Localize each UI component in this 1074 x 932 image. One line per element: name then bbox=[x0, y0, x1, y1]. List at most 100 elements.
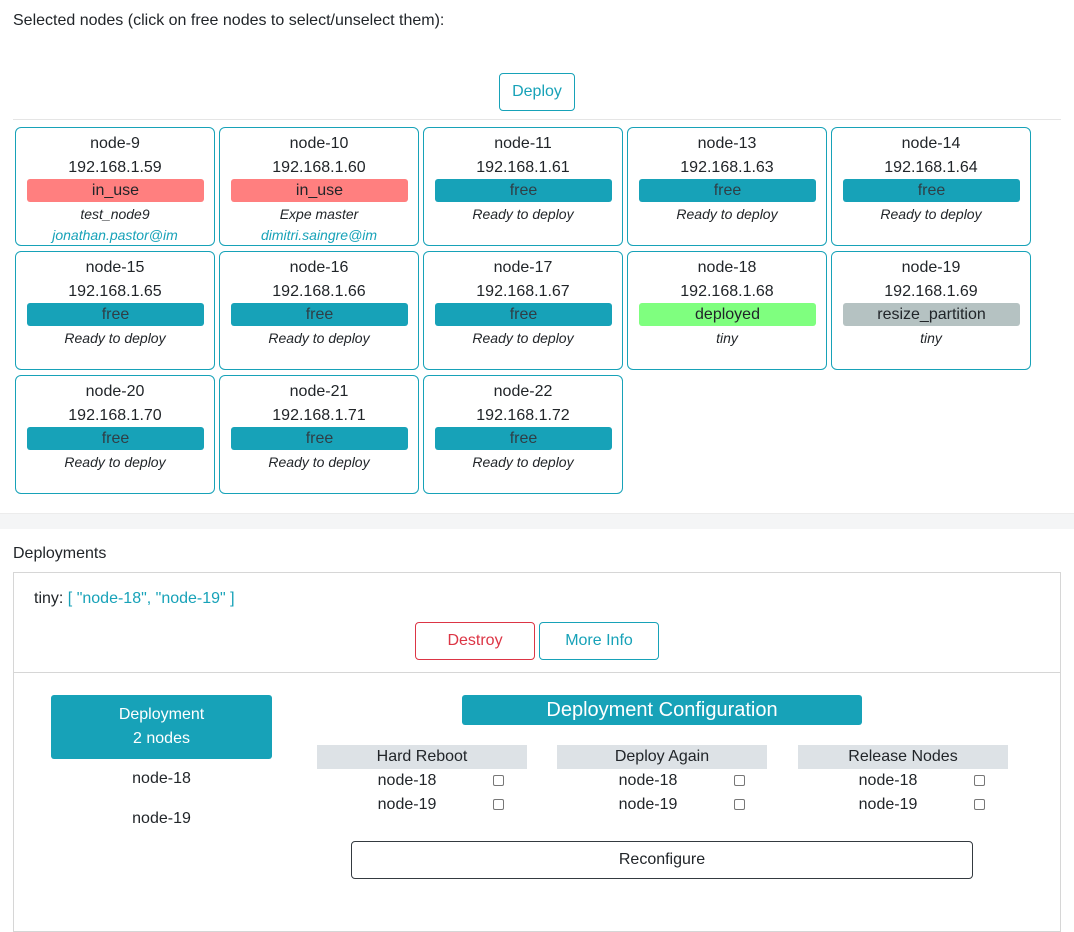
node-card[interactable]: node-10 192.168.1.60 in_use Expe master dimi… bbox=[219, 127, 419, 246]
node-status-badge: in_use bbox=[231, 179, 408, 202]
node-name: node-10 bbox=[289, 135, 349, 152]
release-nodes-node-label: node-19 bbox=[858, 796, 918, 813]
deploy-again-checkbox[interactable] bbox=[734, 775, 745, 786]
node-name: node-19 bbox=[901, 259, 961, 276]
node-description: Ready to deploy bbox=[268, 330, 370, 346]
section-separator bbox=[0, 513, 1074, 529]
node-status-badge: resize_partition bbox=[843, 303, 1020, 326]
node-name: node-17 bbox=[493, 259, 553, 276]
node-description: Expe master bbox=[279, 206, 359, 222]
node-ip: 192.168.1.64 bbox=[884, 159, 978, 176]
node-status-badge: deployed bbox=[639, 303, 816, 326]
hard-reboot-checkbox[interactable] bbox=[493, 775, 504, 786]
node-card[interactable]: node-17 192.168.1.67 free Ready to deploy bbox=[423, 251, 623, 370]
deploy-button[interactable]: Deploy bbox=[499, 73, 575, 111]
reconfigure-button[interactable]: Reconfigure bbox=[351, 841, 973, 879]
deployment-summary-label: Deployment bbox=[118, 706, 205, 723]
node-user: jonathan.pastor@im bbox=[52, 227, 178, 243]
node-ip: 192.168.1.71 bbox=[272, 407, 366, 424]
node-card[interactable]: node-21 192.168.1.71 free Ready to deploy bbox=[219, 375, 419, 494]
node-description: tiny bbox=[920, 330, 942, 346]
node-status-badge: free bbox=[843, 179, 1020, 202]
node-description: Ready to deploy bbox=[64, 454, 166, 470]
node-description: Ready to deploy bbox=[676, 206, 778, 222]
node-ip: 192.168.1.68 bbox=[680, 283, 774, 300]
node-name: node-22 bbox=[493, 383, 553, 400]
node-card[interactable]: node-22 192.168.1.72 free Ready to deploy bbox=[423, 375, 623, 494]
node-ip: 192.168.1.65 bbox=[68, 283, 162, 300]
node-description: Ready to deploy bbox=[880, 206, 982, 222]
node-ip: 192.168.1.72 bbox=[476, 407, 570, 424]
node-description: Ready to deploy bbox=[472, 454, 574, 470]
node-ip: 192.168.1.60 bbox=[272, 159, 366, 176]
config-title: Deployment Configuration bbox=[462, 695, 862, 725]
node-card[interactable]: node-16 192.168.1.66 free Ready to deploy bbox=[219, 251, 419, 370]
node-card[interactable]: node-11 192.168.1.61 free Ready to deploy bbox=[423, 127, 623, 246]
node-ip: 192.168.1.67 bbox=[476, 283, 570, 300]
node-description: test_node9 bbox=[80, 206, 150, 222]
node-description: tiny bbox=[716, 330, 738, 346]
deployment-entry: tiny: [ "node-18", "node-19" ] bbox=[34, 590, 235, 608]
node-description: Ready to deploy bbox=[472, 206, 574, 222]
node-status-badge: free bbox=[639, 179, 816, 202]
deployments-title: Deployments bbox=[13, 545, 107, 562]
node-status-badge: free bbox=[435, 179, 612, 202]
node-name: node-9 bbox=[90, 135, 140, 152]
node-name: node-13 bbox=[697, 135, 757, 152]
deployment-node-item: node-19 bbox=[132, 810, 191, 827]
node-ip: 192.168.1.63 bbox=[680, 159, 774, 176]
node-user: dimitri.saingre@im bbox=[260, 227, 378, 243]
node-name: node-20 bbox=[85, 383, 145, 400]
node-name: node-16 bbox=[289, 259, 349, 276]
destroy-button[interactable]: Destroy bbox=[415, 622, 535, 660]
node-card[interactable]: node-13 192.168.1.63 free Ready to deploy bbox=[627, 127, 827, 246]
deployment-summary-count: 2 nodes bbox=[133, 730, 190, 747]
hard-reboot-node-label: node-19 bbox=[377, 796, 437, 813]
deployment-summary[interactable]: Deployment 2 nodes bbox=[51, 695, 272, 759]
node-name: node-11 bbox=[494, 135, 552, 152]
node-ip: 192.168.1.59 bbox=[68, 159, 162, 176]
node-name: node-21 bbox=[289, 383, 349, 400]
node-ip: 192.168.1.70 bbox=[68, 407, 162, 424]
release-nodes-checkbox[interactable] bbox=[974, 799, 985, 810]
deployment-node-list: [ "node-18", "node-19" ] bbox=[67, 590, 235, 607]
node-status-badge: free bbox=[27, 427, 204, 450]
release-nodes-node-label: node-18 bbox=[858, 772, 918, 789]
selection-hint: Selected nodes (click on free nodes to s… bbox=[13, 12, 445, 29]
node-status-badge: in_use bbox=[27, 179, 204, 202]
node-name: node-14 bbox=[901, 135, 961, 152]
deploy-again-header: Deploy Again bbox=[557, 745, 767, 769]
node-status-badge: free bbox=[231, 303, 408, 326]
hard-reboot-checkbox[interactable] bbox=[493, 799, 504, 810]
release-nodes-header: Release Nodes bbox=[798, 745, 1008, 769]
node-name: node-15 bbox=[85, 259, 145, 276]
deployment-name: tiny: bbox=[34, 590, 64, 607]
more-info-button[interactable]: More Info bbox=[539, 622, 659, 660]
hard-reboot-header: Hard Reboot bbox=[317, 745, 527, 769]
node-card[interactable]: node-18 192.168.1.68 deployed tiny bbox=[627, 251, 827, 370]
node-card[interactable]: node-9 192.168.1.59 in_use test_node9jonath… bbox=[15, 127, 215, 246]
node-card[interactable]: node-14 192.168.1.64 free Ready to deploy bbox=[831, 127, 1031, 246]
node-status-badge: free bbox=[435, 427, 612, 450]
node-card[interactable]: node-15 192.168.1.65 free Ready to deploy bbox=[15, 251, 215, 370]
release-nodes-checkbox[interactable] bbox=[974, 775, 985, 786]
node-status-badge: free bbox=[231, 427, 408, 450]
deployment-node-item: node-18 bbox=[132, 770, 191, 787]
node-description: Ready to deploy bbox=[268, 454, 370, 470]
node-description: Ready to deploy bbox=[472, 330, 574, 346]
node-card[interactable]: node-20 192.168.1.70 free Ready to deploy bbox=[15, 375, 215, 494]
deploy-again-node-label: node-18 bbox=[618, 772, 678, 789]
node-status-badge: free bbox=[27, 303, 204, 326]
node-ip: 192.168.1.69 bbox=[884, 283, 978, 300]
node-card[interactable]: node-19 192.168.1.69 resize_partitiontiny bbox=[831, 251, 1031, 370]
deploy-again-checkbox[interactable] bbox=[734, 799, 745, 810]
card-divider bbox=[14, 672, 1060, 673]
hard-reboot-node-label: node-18 bbox=[377, 772, 437, 789]
node-status-badge: free bbox=[435, 303, 612, 326]
node-description: Ready to deploy bbox=[64, 330, 166, 346]
deploy-again-node-label: node-19 bbox=[618, 796, 678, 813]
divider bbox=[13, 119, 1061, 120]
node-ip: 192.168.1.61 bbox=[476, 159, 570, 176]
node-ip: 192.168.1.66 bbox=[272, 283, 366, 300]
node-name: node-18 bbox=[697, 259, 757, 276]
